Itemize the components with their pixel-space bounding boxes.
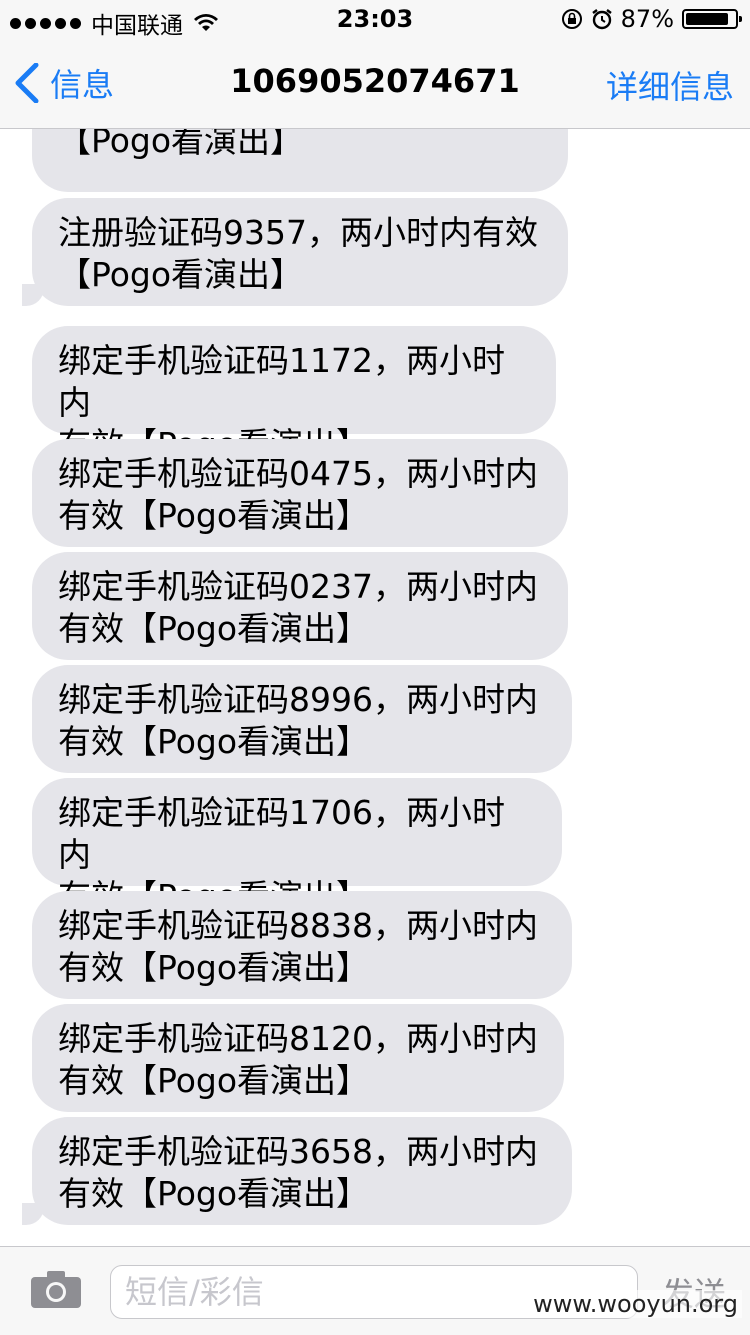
message-bubble[interactable]: 注册验证码9357，两小时内有效 【Pogo看演出】 xyxy=(32,198,568,306)
message-bubble[interactable]: 绑定手机验证码8120，两小时内 有效【Pogo看演出】 xyxy=(32,1004,564,1112)
status-right: 87% xyxy=(561,5,742,33)
message-bubble[interactable]: 绑定手机验证码0237，两小时内 有效【Pogo看演出】 xyxy=(32,552,568,660)
nav-bar: 信息 1069052074671 详细信息 xyxy=(0,40,750,129)
bubble-tail xyxy=(22,284,44,306)
battery-icon xyxy=(682,9,742,29)
battery-percent: 87% xyxy=(620,5,674,33)
bubble-tail xyxy=(22,1203,44,1225)
message-bubble[interactable]: 绑定手机验证码1172，两小时内 有效【Pogo看演出】 xyxy=(32,326,556,464)
status-bar: 中国联通 23:03 87% xyxy=(0,0,750,40)
message-bubble[interactable]: 绑定手机验证码0475，两小时内 有效【Pogo看演出】 xyxy=(32,439,568,547)
message-bubble[interactable]: 注册验证码9357，两小时内有效 【Pogo看演出】 xyxy=(32,128,568,192)
camera-icon[interactable] xyxy=(30,1269,82,1309)
message-bubble[interactable]: 绑定手机验证码8838，两小时内 有效【Pogo看演出】 xyxy=(32,891,572,999)
details-button[interactable]: 详细信息 xyxy=(606,62,734,108)
battery-level xyxy=(686,13,728,25)
watermark: www.wooyun.org xyxy=(529,1290,742,1318)
message-bubble[interactable]: 绑定手机验证码1706，两小时内 有效【Pogo看演出】 xyxy=(32,778,562,916)
message-list: 注册验证码9357，两小时内有效 【Pogo看演出】 注册验证码9357，两小时… xyxy=(0,128,750,1246)
message-bubble[interactable]: 绑定手机验证码8996，两小时内 有效【Pogo看演出】 xyxy=(32,665,572,773)
message-bubble[interactable]: 绑定手机验证码3658，两小时内 有效【Pogo看演出】 xyxy=(32,1117,572,1225)
rotation-lock-icon xyxy=(561,9,582,29)
alarm-icon xyxy=(591,9,612,30)
